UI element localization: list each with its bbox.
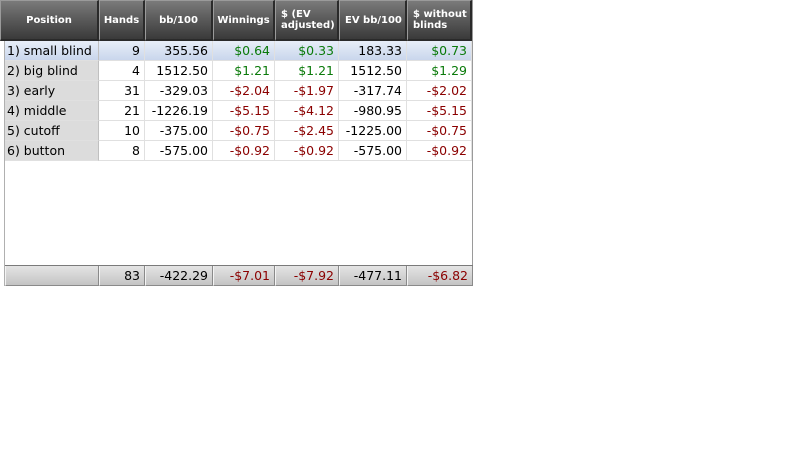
cell-bb100: -1226.19 [145, 101, 213, 121]
cell-position: 6) button [5, 141, 99, 161]
totals-row: 83 -422.29 -$7.01 -$7.92 -477.11 -$6.82 [5, 265, 473, 286]
table-row[interactable]: 1) small blind 9 355.56 $0.64 $0.33 183.33 $0.… [5, 41, 472, 61]
cell-hands: 9 [99, 41, 145, 61]
cell-ev-adj: $1.21 [275, 61, 339, 81]
cell-without-blinds: -$5.15 [407, 101, 472, 121]
column-header-bb100[interactable]: bb/100 [145, 0, 213, 41]
cell-ev-adj: -$2.45 [275, 121, 339, 141]
cell-ev-bb100: -317.74 [339, 81, 407, 101]
table-row[interactable]: 2) big blind 4 1512.50 $1.21 $1.21 1512.50 $1.… [5, 61, 472, 81]
cell-winnings: $1.21 [213, 61, 275, 81]
total-ev-bb100: -477.11 [339, 266, 407, 286]
cell-ev-bb100: -980.95 [339, 101, 407, 121]
cell-ev-adj: -$1.97 [275, 81, 339, 101]
cell-without-blinds: -$0.92 [407, 141, 472, 161]
table-row[interactable]: 4) middle 21 -1226.19 -$5.15 -$4.12 -980.95 -$… [5, 101, 472, 121]
cell-ev-adj: -$4.12 [275, 101, 339, 121]
total-position [5, 266, 99, 286]
column-header-label: $ (EV adjusted) [281, 9, 335, 31]
cell-without-blinds: -$2.02 [407, 81, 472, 101]
table-row[interactable]: 3) early 31 -329.03 -$2.04 -$1.97 -317.74 -$2.… [5, 81, 472, 101]
cell-hands: 31 [99, 81, 145, 101]
cell-ev-bb100: -1225.00 [339, 121, 407, 141]
total-ev-adjusted: -$7.92 [275, 266, 339, 286]
column-header-position[interactable]: Position [0, 0, 99, 41]
column-header-label: Position [26, 14, 72, 26]
cell-ev-adj: $0.33 [275, 41, 339, 61]
column-header-without-blinds[interactable]: $ without blinds [407, 0, 472, 41]
column-header-hands[interactable]: Hands [99, 0, 145, 41]
cell-bb100: -329.03 [145, 81, 213, 101]
cell-position: 4) middle [5, 101, 99, 121]
column-header-label: bb/100 [159, 14, 198, 26]
column-header-ev-bb100[interactable]: EV bb/100 [339, 0, 407, 41]
total-winnings: -$7.01 [213, 266, 275, 286]
cell-winnings: -$5.15 [213, 101, 275, 121]
cell-ev-bb100: 1512.50 [339, 61, 407, 81]
column-header-winnings[interactable]: Winnings [213, 0, 275, 41]
cell-without-blinds: -$0.75 [407, 121, 472, 141]
cell-ev-adj: -$0.92 [275, 141, 339, 161]
total-hands: 83 [99, 266, 145, 286]
cell-bb100: -375.00 [145, 121, 213, 141]
cell-position: 5) cutoff [5, 121, 99, 141]
cell-hands: 4 [99, 61, 145, 81]
column-header-label: Hands [103, 14, 140, 26]
column-header-label: $ without blinds [413, 9, 467, 31]
column-header-ev-adjusted[interactable]: $ (EV adjusted) [275, 0, 339, 41]
cell-bb100: 355.56 [145, 41, 213, 61]
stats-grid: Position Hands bb/100 Winnings $ (EV adj… [0, 0, 473, 286]
cell-ev-bb100: 183.33 [339, 41, 407, 61]
cell-without-blinds: $0.73 [407, 41, 472, 61]
cell-winnings: -$0.92 [213, 141, 275, 161]
cell-hands: 8 [99, 141, 145, 161]
cell-without-blinds: $1.29 [407, 61, 472, 81]
cell-position: 1) small blind [5, 41, 99, 61]
cell-position: 3) early [5, 81, 99, 101]
cell-hands: 10 [99, 121, 145, 141]
cell-winnings: -$2.04 [213, 81, 275, 101]
table-row[interactable]: 6) button 8 -575.00 -$0.92 -$0.92 -575.00 -$0.… [5, 141, 472, 161]
total-bb100: -422.29 [145, 266, 213, 286]
cell-position: 2) big blind [5, 61, 99, 81]
total-without-blinds: -$6.82 [407, 266, 473, 286]
cell-hands: 21 [99, 101, 145, 121]
cell-ev-bb100: -575.00 [339, 141, 407, 161]
cell-winnings: -$0.75 [213, 121, 275, 141]
cell-bb100: 1512.50 [145, 61, 213, 81]
cell-winnings: $0.64 [213, 41, 275, 61]
cell-bb100: -575.00 [145, 141, 213, 161]
column-header-label: EV bb/100 [345, 14, 402, 26]
table-row[interactable]: 5) cutoff 10 -375.00 -$0.75 -$2.45 -1225.00 -$… [5, 121, 472, 141]
column-header-label: Winnings [217, 14, 270, 26]
